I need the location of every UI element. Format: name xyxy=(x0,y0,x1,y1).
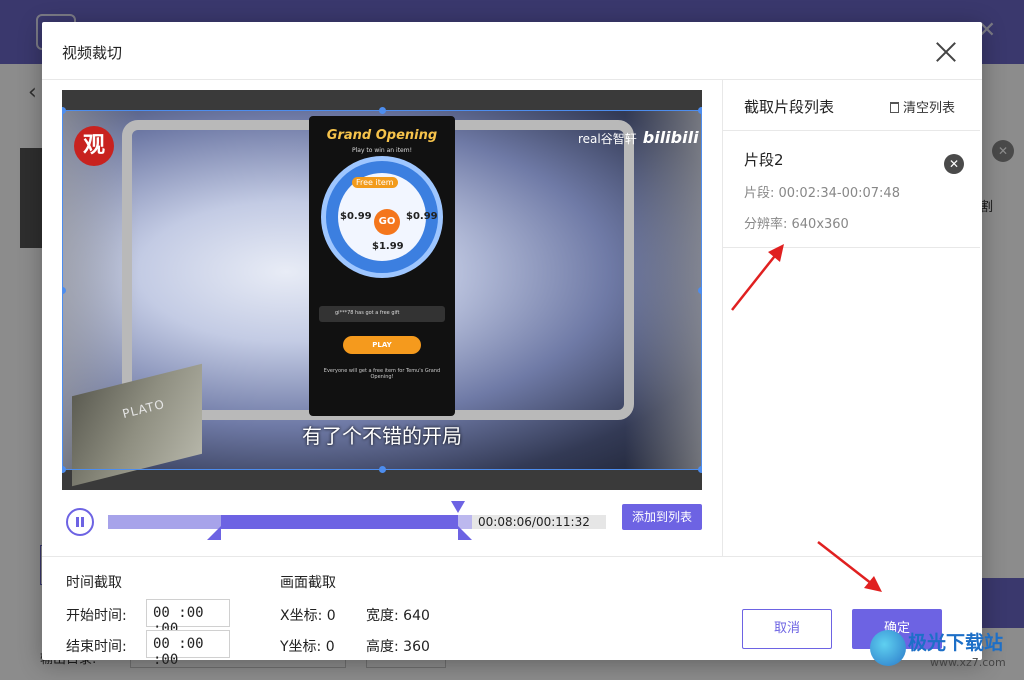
annotation-arrow-confirm xyxy=(817,541,882,592)
y-coordinate-value: 0 xyxy=(325,639,335,655)
crop-handle-top-right[interactable] xyxy=(698,107,702,114)
crop-height-value: 360 xyxy=(403,639,430,655)
crop-width-value: 640 xyxy=(403,608,430,624)
delete-segment-icon[interactable]: ✕ xyxy=(944,154,964,174)
x-coordinate-value: 0 xyxy=(326,608,336,624)
crop-handle-top-left[interactable] xyxy=(62,107,66,114)
playhead-marker[interactable] xyxy=(451,501,466,513)
crop-height-label: 高度: xyxy=(366,639,399,655)
trash-icon xyxy=(890,102,899,113)
panel-divider xyxy=(722,80,723,556)
pause-button[interactable] xyxy=(66,508,94,536)
end-time-label: 结束时间: xyxy=(66,639,127,655)
dialog-title: 视频裁切 xyxy=(62,44,123,62)
crop-handle-bottom[interactable] xyxy=(379,466,386,473)
crop-height: 高度: 360 xyxy=(366,636,430,656)
crop-handle-bottom-left[interactable] xyxy=(62,466,66,473)
selection-end-handle[interactable] xyxy=(458,526,473,540)
x-coordinate-label: X坐标: xyxy=(280,608,323,624)
close-icon[interactable] xyxy=(934,40,958,64)
x-coordinate: X坐标: 0 xyxy=(280,605,336,625)
crop-handle-bottom-right[interactable] xyxy=(698,466,702,473)
cancel-button[interactable]: 取消 xyxy=(742,609,832,649)
clear-list-button[interactable]: 清空列表 xyxy=(890,97,955,116)
segment-name: 片段2 xyxy=(744,151,784,169)
frame-crop-heading: 画面截取 xyxy=(280,575,336,591)
y-coordinate: Y坐标: 0 xyxy=(280,636,335,656)
clear-list-label: 清空列表 xyxy=(903,101,956,116)
start-time-label: 开始时间: xyxy=(66,608,127,624)
crop-handle-right[interactable] xyxy=(698,287,702,294)
timeline-selection xyxy=(220,515,459,529)
site-watermark-text: 极光下载站 xyxy=(908,632,1004,654)
end-time-field[interactable]: 00 :00 :00 xyxy=(146,630,230,668)
y-coordinate-label: Y坐标: xyxy=(280,639,322,655)
time-crop-heading: 时间截取 xyxy=(66,575,122,591)
crop-handle-top[interactable] xyxy=(379,107,386,114)
segment-range: 片段: 00:02:34-00:07:48 xyxy=(744,186,900,201)
video-preview: PLATO Grand Opening Play to win an item!… xyxy=(62,90,702,490)
crop-width: 宽度: 640 xyxy=(366,605,430,625)
crop-width-label: 宽度: xyxy=(366,608,399,624)
time-readout: 00:08:06/00:11:32 xyxy=(478,515,590,529)
site-logo-icon xyxy=(870,630,906,666)
timeline-before-selection xyxy=(108,515,221,529)
add-to-list-button[interactable]: 添加到列表 xyxy=(622,504,702,530)
segment-resolution: 分辨率: 640x360 xyxy=(744,217,849,232)
segment-list-title: 截取片段列表 xyxy=(744,98,835,116)
start-time-field[interactable]: 00 :00 :00 xyxy=(146,599,230,637)
annotation-arrow-segment xyxy=(731,244,784,311)
selection-start-handle[interactable] xyxy=(206,526,221,540)
crop-handle-left[interactable] xyxy=(62,287,66,294)
segment-list-divider xyxy=(723,130,980,131)
site-watermark-url: www.xz7.com xyxy=(930,656,1006,669)
site-watermark: 极光下载站 www.xz7.com xyxy=(866,626,1022,678)
title-divider xyxy=(42,79,982,80)
crop-selection[interactable] xyxy=(62,107,702,473)
